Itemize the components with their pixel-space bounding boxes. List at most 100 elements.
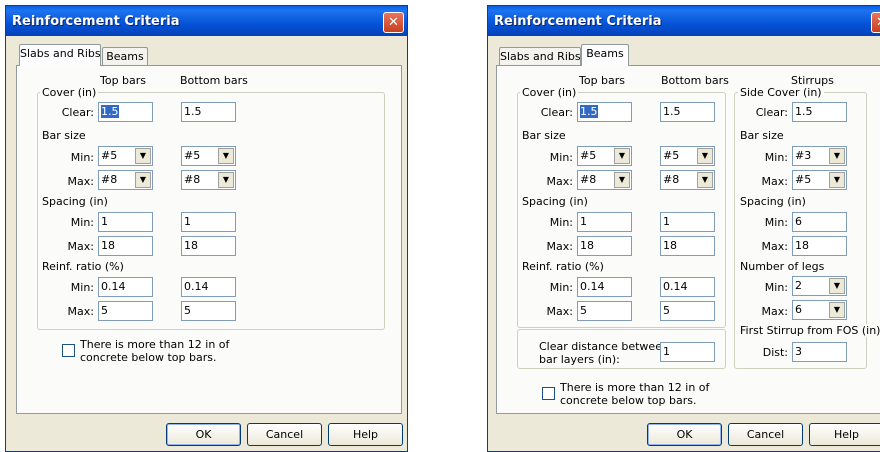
ratio-max-bottom-field[interactable]: 5 xyxy=(181,301,236,321)
clear-label: Clear: xyxy=(61,106,94,119)
bar-size-max-bottom-select[interactable]: #8 ▼ xyxy=(181,170,236,190)
ratio-min-bottom-field[interactable]: 0.14 xyxy=(660,277,715,297)
dialog-title: Reinforcement Criteria xyxy=(494,14,662,29)
stirrup-spacing-max-field[interactable]: 18 xyxy=(792,236,847,256)
ratio-min-top-field[interactable]: 0.14 xyxy=(577,277,632,297)
bottom-bars-header: Bottom bars xyxy=(661,74,729,87)
cover-group-label: Cover (in) xyxy=(40,86,99,99)
chevron-down-icon[interactable]: ▼ xyxy=(829,148,845,164)
cover-bottom-field[interactable]: 1.5 xyxy=(181,102,236,122)
concrete-below-checkbox[interactable] xyxy=(62,344,75,357)
dialog-title: Reinforcement Criteria xyxy=(12,14,180,29)
first-stirrup-dist-field[interactable]: 3 xyxy=(792,342,847,362)
reinf-ratio-group-label: Reinf. ratio (%) xyxy=(520,260,606,273)
bar-size-min-bottom-select[interactable]: #5 ▼ xyxy=(660,146,715,166)
concrete-below-label-1: There is more than 12 in of xyxy=(80,338,230,351)
title-bar[interactable]: Reinforcement Criteria ✕ xyxy=(6,6,407,36)
side-cover-field[interactable]: 1.5 xyxy=(792,102,847,122)
spacing-max-bottom-field[interactable]: 18 xyxy=(660,236,715,256)
cancel-button[interactable]: Cancel xyxy=(247,423,322,446)
bottom-bars-header: Bottom bars xyxy=(180,74,248,87)
cover-top-field[interactable]: 1.5 xyxy=(577,102,632,122)
chevron-down-icon[interactable]: ▼ xyxy=(829,278,845,294)
stirrup-spacing-group-label: Spacing (in) xyxy=(738,195,808,208)
legs-group-label: Number of legs xyxy=(738,260,827,273)
spacing-max-bottom-field[interactable]: 18 xyxy=(181,236,236,256)
close-icon[interactable]: ✕ xyxy=(871,12,880,33)
spacing-max-top-field[interactable]: 18 xyxy=(577,236,632,256)
chevron-down-icon[interactable]: ▼ xyxy=(135,148,151,164)
concrete-below-checkbox[interactable] xyxy=(542,387,555,400)
spacing-min-label: Min: xyxy=(70,216,94,229)
cancel-button[interactable]: Cancel xyxy=(728,423,803,446)
ratio-min-label: Min: xyxy=(549,281,573,294)
legs-min-select[interactable]: 2 ▼ xyxy=(792,276,847,296)
ratio-max-bottom-field[interactable]: 5 xyxy=(660,301,715,321)
cover-bottom-field[interactable]: 1.5 xyxy=(660,102,715,122)
bar-size-max-top-select[interactable]: #8 ▼ xyxy=(577,170,632,190)
clear-label: Clear: xyxy=(540,106,573,119)
chevron-down-icon[interactable]: ▼ xyxy=(614,148,630,164)
ratio-max-top-field[interactable]: 5 xyxy=(577,301,632,321)
spacing-min-bottom-field[interactable]: 1 xyxy=(181,212,236,232)
chevron-down-icon[interactable]: ▼ xyxy=(697,172,713,188)
spacing-group-label: Spacing (in) xyxy=(520,195,590,208)
stirrup-bar-min-label: Min: xyxy=(764,151,788,164)
stirrup-bar-max-select[interactable]: #5 ▼ xyxy=(792,170,847,190)
ratio-min-top-field[interactable]: 0.14 xyxy=(98,277,153,297)
spacing-group-label: Spacing (in) xyxy=(40,195,110,208)
stirrup-spacing-min-label: Min: xyxy=(764,216,788,229)
ok-button[interactable]: OK xyxy=(647,423,722,446)
help-button[interactable]: Help xyxy=(328,423,403,446)
ratio-max-top-field[interactable]: 5 xyxy=(98,301,153,321)
bar-size-min-top-select[interactable]: #5 ▼ xyxy=(98,146,153,166)
bar-max-label: Max: xyxy=(67,175,94,188)
stirrup-bar-size-group-label: Bar size xyxy=(738,129,786,142)
tab-slabs-and-ribs[interactable]: Slabs and Ribs xyxy=(19,44,101,66)
spacing-min-top-field[interactable]: 1 xyxy=(577,212,632,232)
bar-size-min-bottom-select[interactable]: #5 ▼ xyxy=(181,146,236,166)
side-cover-group-label: Side Cover (in) xyxy=(738,86,824,99)
chevron-down-icon[interactable]: ▼ xyxy=(697,148,713,164)
cover-top-field[interactable]: 1.5 xyxy=(98,102,153,122)
spacing-min-top-field[interactable]: 1 xyxy=(98,212,153,232)
stirrup-spacing-max-label: Max: xyxy=(761,240,788,253)
tab-beams[interactable]: Beams xyxy=(581,44,629,66)
spacing-max-label: Max: xyxy=(67,240,94,253)
ratio-min-bottom-field[interactable]: 0.14 xyxy=(181,277,236,297)
tab-panel-beams: Top bars Bottom bars Stirrups Cover (in)… xyxy=(496,65,880,414)
reinforcement-criteria-dialog-slabs: Reinforcement Criteria ✕ Slabs and Ribs … xyxy=(5,5,408,452)
chevron-down-icon[interactable]: ▼ xyxy=(614,172,630,188)
chevron-down-icon[interactable]: ▼ xyxy=(218,172,234,188)
concrete-below-label-2: concrete below top bars. xyxy=(560,394,697,407)
bar-max-label: Max: xyxy=(546,175,573,188)
chevron-down-icon[interactable]: ▼ xyxy=(135,172,151,188)
reinforcement-criteria-dialog-beams: Reinforcement Criteria ✕ Slabs and Ribs … xyxy=(487,5,880,452)
spacing-max-label: Max: xyxy=(546,240,573,253)
title-bar[interactable]: Reinforcement Criteria ✕ xyxy=(488,6,880,36)
chevron-down-icon[interactable]: ▼ xyxy=(829,302,845,318)
concrete-below-label-1: There is more than 12 in of xyxy=(560,381,710,394)
bar-size-max-top-select[interactable]: #8 ▼ xyxy=(98,170,153,190)
legs-max-select[interactable]: 6 ▼ xyxy=(792,300,847,320)
tab-slabs-and-ribs[interactable]: Slabs and Ribs xyxy=(499,47,581,66)
stirrup-spacing-min-field[interactable]: 6 xyxy=(792,212,847,232)
close-icon[interactable]: ✕ xyxy=(383,12,404,33)
chevron-down-icon[interactable]: ▼ xyxy=(829,172,845,188)
help-button[interactable]: Help xyxy=(809,423,880,446)
clear-distance-field[interactable]: 1 xyxy=(660,342,715,362)
stirrup-bar-min-select[interactable]: #3 ▼ xyxy=(792,146,847,166)
spacing-min-bottom-field[interactable]: 1 xyxy=(660,212,715,232)
dist-label: Dist: xyxy=(762,346,788,359)
bar-size-max-bottom-select[interactable]: #8 ▼ xyxy=(660,170,715,190)
chevron-down-icon[interactable]: ▼ xyxy=(218,148,234,164)
bar-size-min-top-select[interactable]: #5 ▼ xyxy=(577,146,632,166)
bar-min-label: Min: xyxy=(70,151,94,164)
clear-distance-label-1: Clear distance between xyxy=(539,340,669,353)
cover-group-label: Cover (in) xyxy=(520,86,579,99)
stirrup-bar-max-label: Max: xyxy=(761,175,788,188)
spacing-max-top-field[interactable]: 18 xyxy=(98,236,153,256)
ok-button[interactable]: OK xyxy=(166,423,241,446)
tab-beams[interactable]: Beams xyxy=(102,47,148,66)
ratio-max-label: Max: xyxy=(67,305,94,318)
